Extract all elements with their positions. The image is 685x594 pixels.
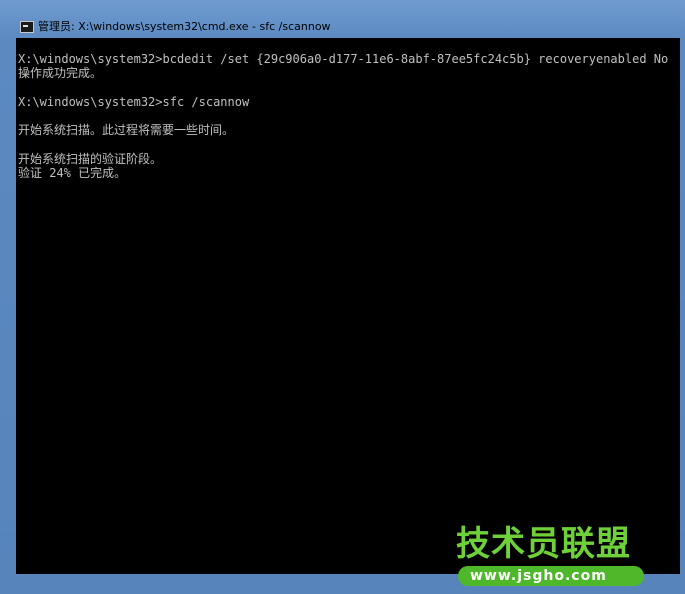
console-line: 开始系统扫描的验证阶段。 [18, 152, 163, 167]
watermark-logo: 技术员联盟 www.jsgho.com [452, 524, 652, 590]
console-area[interactable]: X:\windows\system32>bcdedit /set {29c906… [16, 38, 680, 574]
console-line: 开始系统扫描。此过程将需要一些时间。 [18, 123, 235, 138]
console-line: X:\windows\system32>bcdedit /set {29c906… [18, 52, 669, 66]
watermark-title: 技术员联盟 [456, 524, 631, 564]
cmd-icon[interactable] [20, 21, 34, 33]
title-bar[interactable]: 管理员: X:\windows\system32\cmd.exe - sfc /… [0, 0, 685, 38]
window-title: 管理员: X:\windows\system32\cmd.exe - sfc /… [38, 20, 331, 33]
console-line: X:\windows\system32>sfc /scannow [18, 94, 250, 109]
cmd-window: 管理员: X:\windows\system32\cmd.exe - sfc /… [0, 0, 685, 594]
console-line: 操作成功完成。 [18, 66, 103, 81]
watermark-url: www.jsgho.com [470, 568, 607, 584]
console-output: X:\windows\system32>bcdedit /set {29c906… [18, 52, 668, 181]
console-line: 验证 24% 已完成。 [18, 166, 127, 181]
